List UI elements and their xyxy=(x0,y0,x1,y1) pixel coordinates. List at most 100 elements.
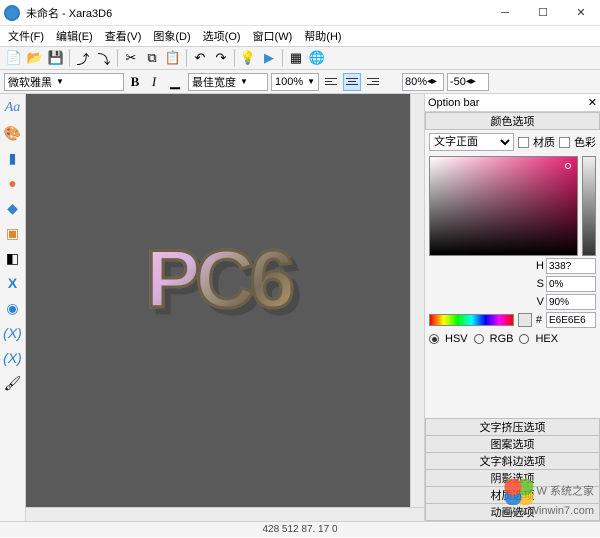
menu-options[interactable]: 选项(O) xyxy=(199,27,245,45)
color-swatch[interactable] xyxy=(518,313,532,327)
font-name: 微软雅黑 xyxy=(8,74,52,90)
color-tool-icon[interactable]: 🎨 xyxy=(3,123,23,143)
hue-row: # xyxy=(425,310,600,330)
window-title: 未命名 - Xara3D6 xyxy=(26,5,486,21)
titlebar: 未命名 - Xara3D6 ─ ☐ ✕ xyxy=(0,0,600,26)
separator xyxy=(234,49,235,67)
menu-window[interactable]: 窗口(W) xyxy=(249,27,297,45)
undo-icon[interactable]: ↶ xyxy=(190,48,210,68)
menu-edit[interactable]: 编辑(E) xyxy=(52,27,97,45)
canvas-3d-text[interactable]: PC6 xyxy=(146,233,291,327)
vertical-scrollbar[interactable] xyxy=(410,94,424,507)
new-icon[interactable]: 📄 xyxy=(4,48,24,68)
format-toolbar: 微软雅黑 ▼ B I ▁ 最佳宽度 ▼ 100% ▼ 80%◂▸ -50◂▸ xyxy=(0,70,600,94)
layers-icon[interactable]: ▦ xyxy=(286,48,306,68)
menu-view[interactable]: 查看(V) xyxy=(101,27,146,45)
diamond-tool-icon[interactable]: ◆ xyxy=(3,198,23,218)
brush-tool-icon[interactable]: 🖌 xyxy=(3,373,23,393)
play-icon[interactable]: ▶ xyxy=(259,48,279,68)
panel-pattern[interactable]: 图案选项 xyxy=(425,435,600,453)
color-label: 色彩 xyxy=(574,134,596,150)
italic-button[interactable]: I xyxy=(146,73,162,91)
rgb-label: RGB xyxy=(490,333,514,345)
value2-input[interactable]: -50◂▸ xyxy=(447,73,489,91)
menu-image[interactable]: 图象(D) xyxy=(149,27,194,45)
copy-icon[interactable]: ⧉ xyxy=(142,48,162,68)
option-bar: Option bar ✕ 颜色选项 文字正面 材质 色彩 H S V # HSV xyxy=(424,94,600,521)
font-select[interactable]: 微软雅黑 ▼ xyxy=(4,73,124,91)
cut-icon[interactable]: ✂ xyxy=(121,48,141,68)
color-checkbox[interactable] xyxy=(559,137,570,148)
color-picker[interactable] xyxy=(429,156,578,256)
extrude-tool-icon[interactable]: ▮ xyxy=(3,148,23,168)
hex-label: HEX xyxy=(535,333,558,345)
color-target-select[interactable]: 文字正面 xyxy=(429,133,514,151)
panel-bevel[interactable]: 文字斜边选项 xyxy=(425,452,600,470)
main-toolbar: 📄 📂 💾 ⤴ ⤵ ✂ ⧉ 📋 ↶ ↷ 💡 ▶ ▦ 🌐 xyxy=(0,46,600,70)
export-icon[interactable]: ⤴ xyxy=(73,48,93,68)
sphere-tool-icon[interactable]: ● xyxy=(3,173,23,193)
align-right-button[interactable] xyxy=(364,73,382,91)
dropdown-icon: ▼ xyxy=(240,77,248,86)
hex-input[interactable] xyxy=(546,312,596,328)
menu-help[interactable]: 帮助(H) xyxy=(300,27,345,45)
separator xyxy=(69,49,70,67)
redo-icon[interactable]: ↷ xyxy=(211,48,231,68)
light-icon[interactable]: 💡 xyxy=(238,48,258,68)
baseline-icon[interactable]: ▁ xyxy=(165,72,185,92)
s-input[interactable] xyxy=(546,276,596,292)
hex-prefix: # xyxy=(536,314,542,326)
picker-cursor-icon xyxy=(565,163,571,169)
paste-icon[interactable]: 📋 xyxy=(163,48,183,68)
horizontal-scrollbar[interactable] xyxy=(26,507,424,521)
value1-input[interactable]: 80%◂▸ xyxy=(402,73,444,91)
canvas-container: PC6 xyxy=(26,94,424,521)
import-icon[interactable]: ⤵ xyxy=(94,48,114,68)
h-input[interactable] xyxy=(546,258,596,274)
globe-tool-icon[interactable]: ◉ xyxy=(3,298,23,318)
material-checkbox[interactable] xyxy=(518,137,529,148)
canvas[interactable]: PC6 xyxy=(26,94,410,507)
gradient-tool-icon[interactable]: ◧ xyxy=(3,248,23,268)
optionbar-close-icon[interactable]: ✕ xyxy=(588,96,597,109)
fit-select[interactable]: 最佳宽度 ▼ xyxy=(188,73,268,91)
bold-button[interactable]: B xyxy=(127,73,143,91)
v-label: V xyxy=(534,296,544,308)
xara-tool-icon[interactable]: X xyxy=(3,273,23,293)
h-label: H xyxy=(534,260,544,272)
menu-file[interactable]: 文件(F) xyxy=(4,27,48,45)
watermark-url: www.Winwin7.com xyxy=(502,505,594,517)
align-left-button[interactable] xyxy=(322,73,340,91)
minimize-button[interactable]: ─ xyxy=(486,0,524,26)
xrotate2-tool-icon[interactable]: (X) xyxy=(3,348,23,368)
xrotate-tool-icon[interactable]: (X) xyxy=(3,323,23,343)
maximize-button[interactable]: ☐ xyxy=(524,0,562,26)
text-tool-icon[interactable]: Aa xyxy=(3,98,23,118)
color-target-row: 文字正面 材质 色彩 xyxy=(425,130,600,154)
watermark: W 系统之家 www.Winwin7.com xyxy=(502,479,594,517)
close-button[interactable]: ✕ xyxy=(562,0,600,26)
separator xyxy=(186,49,187,67)
main-area: Aa 🎨 ▮ ● ◆ ▣ ◧ X ◉ (X) (X) 🖌 PC6 Option … xyxy=(0,94,600,521)
optionbar-header: Option bar ✕ xyxy=(425,94,600,112)
panel-extrude[interactable]: 文字挤压选项 xyxy=(425,418,600,436)
cube-tool-icon[interactable]: ▣ xyxy=(3,223,23,243)
value-slider[interactable] xyxy=(582,156,596,256)
color-section-header[interactable]: 颜色选项 xyxy=(425,112,600,130)
save-icon[interactable]: 💾 xyxy=(46,48,66,68)
hsv-label: HSV xyxy=(445,333,468,345)
zoom-value: 100% xyxy=(275,76,303,88)
menubar: 文件(F) 编辑(E) 查看(V) 图象(D) 选项(O) 窗口(W) 帮助(H… xyxy=(0,26,600,46)
open-icon[interactable]: 📂 xyxy=(25,48,45,68)
rgb-radio[interactable] xyxy=(474,334,484,344)
hue-slider[interactable] xyxy=(429,314,514,326)
zoom-select[interactable]: 100% ▼ xyxy=(271,73,319,91)
align-center-button[interactable] xyxy=(343,73,361,91)
window-controls: ─ ☐ ✕ xyxy=(486,0,600,26)
hex-radio[interactable] xyxy=(519,334,529,344)
side-toolbar: Aa 🎨 ▮ ● ◆ ▣ ◧ X ◉ (X) (X) 🖌 xyxy=(0,94,26,521)
web-icon[interactable]: 🌐 xyxy=(307,48,327,68)
v-input[interactable] xyxy=(546,294,596,310)
hsv-radio[interactable] xyxy=(429,334,439,344)
dropdown-icon: ▼ xyxy=(56,77,64,86)
